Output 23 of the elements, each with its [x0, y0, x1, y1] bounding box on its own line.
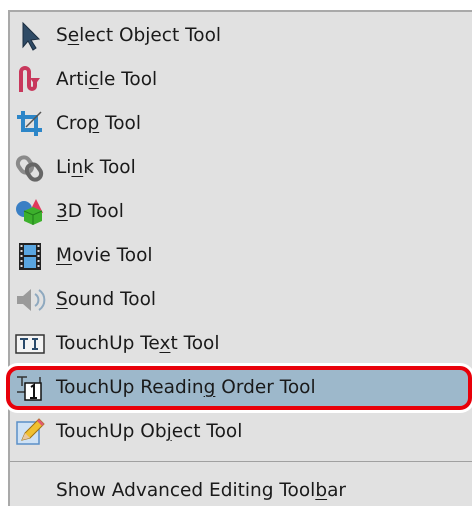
menu-item[interactable]: Sound Tool [10, 278, 472, 322]
menu-item[interactable]: TouchUp Reading Order Tool [6, 366, 472, 410]
menu-item-label: Movie Tool [56, 244, 153, 268]
menu-item-label: Article Tool [56, 68, 158, 92]
menu-item-label: Link Tool [56, 156, 136, 180]
menu-item[interactable]: Crop Tool [10, 102, 472, 146]
menu-item[interactable]: 3D Tool [10, 190, 472, 234]
menu-item-label: Sound Tool [56, 288, 156, 312]
menu-item-label: TouchUp Text Tool [56, 332, 220, 356]
menu-item[interactable]: TouchUp Object Tool [10, 410, 472, 454]
menu-item[interactable]: TouchUp Text Tool [10, 322, 472, 366]
menu-item[interactable]: Article Tool [10, 58, 472, 102]
menu-item-label: TouchUp Object Tool [56, 420, 242, 444]
menu-item[interactable]: Movie Tool [10, 234, 472, 278]
menu-item-label: Show Advanced Editing Toolbar [56, 479, 346, 504]
menu-item[interactable]: Link Tool [10, 146, 472, 190]
menu-item[interactable]: Select Object Tool [10, 14, 472, 58]
menu-item-label: 3D Tool [56, 200, 124, 224]
menu-item-label: Crop Tool [56, 112, 142, 136]
menu-item-label: Select Object Tool [56, 24, 222, 48]
menu-item-label: TouchUp Reading Order Tool [56, 376, 316, 400]
pencil-icon [14, 416, 46, 448]
menu-item[interactable]: Show Advanced Editing Toolbar [10, 469, 472, 506]
